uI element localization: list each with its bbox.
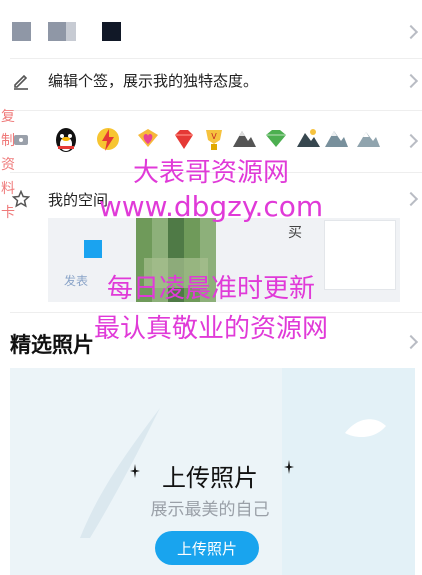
watermark-line-3: 每日凌晨准时更新 bbox=[106, 274, 315, 304]
watermark-line-2: www.dbgzy.com bbox=[98, 190, 324, 223]
lightning-badge-icon bbox=[97, 128, 119, 151]
preview-blue-square bbox=[84, 240, 102, 258]
color-swatch-1 bbox=[12, 22, 31, 41]
chevron-right-icon bbox=[403, 133, 419, 149]
leaf-decoration bbox=[345, 419, 386, 438]
watermark-line-4: 最认真敬业的资源网 bbox=[93, 314, 328, 344]
trophy-icon: V bbox=[206, 130, 222, 150]
qq-penguin-icon bbox=[56, 128, 76, 152]
photo-upload-card[interactable]: 上传照片 展示最美的自己 上传照片 bbox=[10, 368, 415, 575]
mountain-grey-icon bbox=[233, 131, 256, 147]
svg-text:V: V bbox=[211, 132, 217, 141]
mountain-light-icon bbox=[357, 132, 380, 147]
color-swatch-2 bbox=[48, 22, 67, 41]
pen-icon bbox=[14, 74, 28, 90]
preview-char: 买 bbox=[288, 225, 302, 241]
heart-gem-icon bbox=[138, 129, 158, 147]
color-swatch-4 bbox=[102, 22, 121, 41]
chevron-right-icon bbox=[403, 73, 419, 89]
mountain-silver-icon bbox=[325, 131, 348, 147]
upload-subtitle: 展示最美的自己 bbox=[150, 500, 270, 520]
divider bbox=[10, 58, 422, 59]
mountain-dark-icon bbox=[297, 129, 320, 147]
divider bbox=[10, 110, 422, 111]
crown-icon bbox=[14, 135, 28, 145]
watermark-line-1: 大表哥资源网 bbox=[132, 158, 289, 188]
signature-text: 编辑个签，展示我的独特态度。 bbox=[48, 72, 259, 90]
color-swatch-3 bbox=[66, 22, 76, 41]
upload-photo-button[interactable]: 上传照片 bbox=[155, 531, 259, 565]
chevron-right-icon bbox=[403, 24, 419, 40]
diamond-green-icon bbox=[266, 130, 286, 147]
upload-title: 上传照片 bbox=[162, 464, 258, 492]
ruby-icon bbox=[175, 130, 193, 149]
